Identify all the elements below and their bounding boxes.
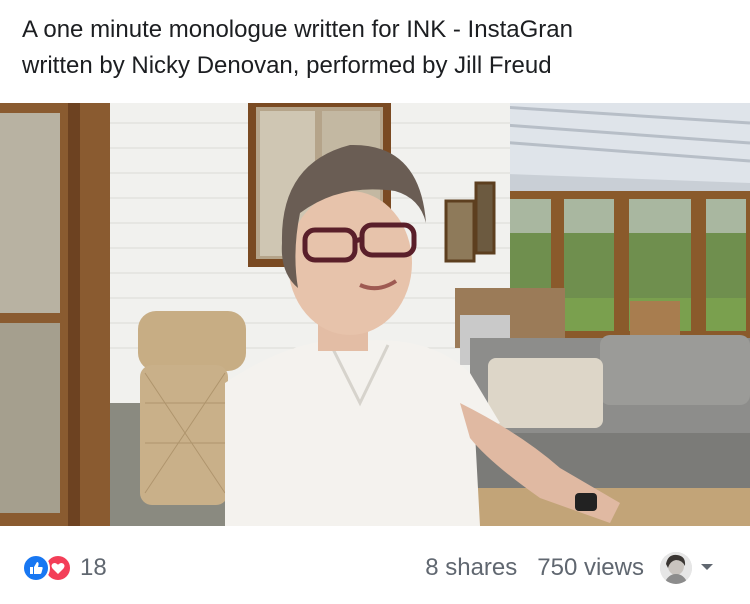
- shares-count-link[interactable]: 8 shares: [425, 554, 517, 582]
- like-icon: [22, 554, 50, 582]
- post-caption: A one minute monologue written for INK -…: [22, 12, 734, 84]
- chevron-down-icon: [700, 559, 714, 577]
- post-footer: 18 8 shares 750 views: [0, 526, 750, 604]
- caption-line-2: written by Nicky Denovan, performed by J…: [22, 52, 552, 79]
- caption-line-1: A one minute monologue written for INK -…: [22, 16, 573, 43]
- viewer-selector[interactable]: [660, 552, 714, 584]
- views-count: 750 views: [537, 554, 644, 581]
- post-stats: 8 shares 750 views: [425, 553, 644, 583]
- reactions-summary[interactable]: 18: [22, 553, 107, 583]
- video-player[interactable]: [0, 103, 750, 526]
- video-frame: [0, 103, 750, 526]
- reaction-count: 18: [80, 554, 107, 581]
- avatar: [660, 552, 692, 584]
